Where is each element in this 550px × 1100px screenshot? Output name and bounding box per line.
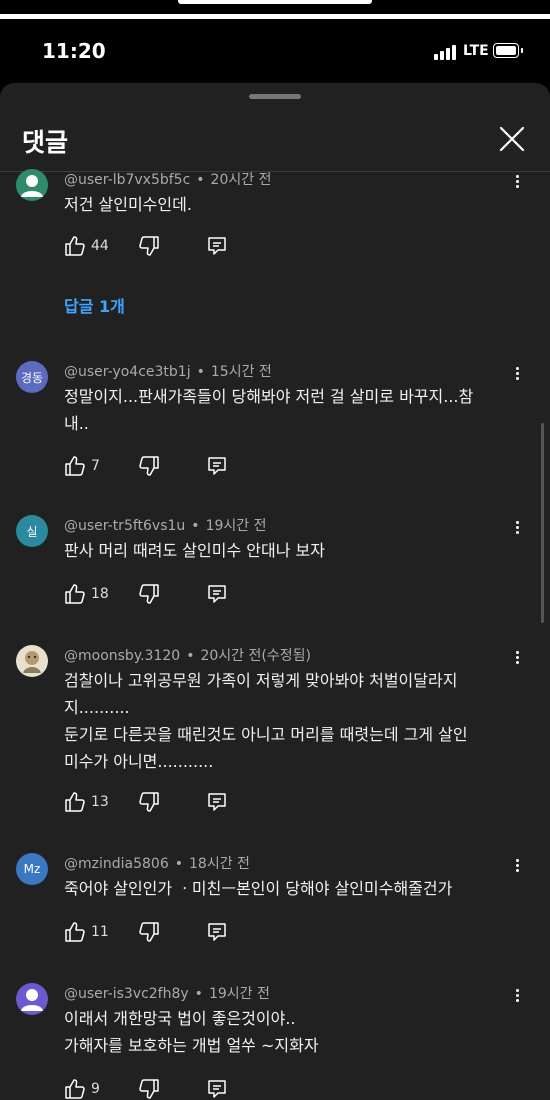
more-vertical-icon[interactable]	[510, 519, 524, 539]
more-vertical-icon[interactable]	[510, 857, 524, 877]
comment-actions: 18	[64, 583, 264, 607]
top-separator	[0, 14, 550, 19]
comment-author[interactable]: @user-lb7vx5bf5c	[64, 172, 190, 188]
comment-meta: @user-is3vc2fh8y • 19시간 전	[64, 986, 270, 1002]
like-count: 7	[91, 458, 100, 474]
comment-text: 정말이지...판새가족들이 당해봐야 저런 걸 살미로 바꾸지...참 내..	[64, 387, 474, 433]
comment-meta: @moonsby.3120 • 20시간 전(수정됨)	[64, 648, 311, 664]
comment-time: 18시간 전	[189, 856, 250, 872]
comment-time: 19시간 전	[208, 986, 270, 1002]
comment-text: 저건 살인미수인데.	[64, 195, 192, 214]
drag-handle[interactable]	[249, 94, 301, 99]
comment-text: 판사 머리 때려도 살인미수 안대나 보자	[64, 541, 325, 560]
like-count: 44	[91, 238, 109, 254]
like-count: 13	[91, 794, 109, 810]
url-bar-edge	[178, 0, 372, 4]
more-vertical-icon[interactable]	[510, 649, 524, 669]
comment-text: 검찰이나 고위공무원 가족이 저렇게 맞아봐야 처벌이달라지 지........…	[64, 671, 468, 771]
comment-meta: @user-lb7vx5bf5c • 20시간 전	[64, 172, 272, 188]
comment-actions: 7	[64, 455, 264, 479]
comment-actions: 9	[64, 1078, 264, 1100]
comment-actions: 13	[64, 791, 264, 815]
comment-author[interactable]: @moonsby.3120	[64, 648, 180, 664]
network-label: LTE	[463, 43, 489, 59]
avatar[interactable]	[16, 983, 48, 1015]
more-vertical-icon[interactable]	[510, 365, 524, 385]
battery-icon	[493, 43, 523, 58]
avatar[interactable]: 경동	[16, 361, 48, 393]
comment-time: 15시간 전	[210, 364, 272, 380]
comment-actions: 44	[64, 235, 264, 259]
comment-time: 20시간 전(수정됨)	[200, 648, 311, 664]
comment-text: 이래서 개한망국 법이 좋은것이야.. 가해자를 보호하는 개법 얼쑤 ~지화자	[64, 1009, 319, 1055]
status-bar: 11:20 LTE	[0, 22, 550, 82]
comment-time: 20시간 전	[210, 172, 272, 188]
comment-time: 19시간 전	[205, 518, 267, 534]
avatar[interactable]	[16, 169, 48, 201]
comment-author[interactable]: @user-tr5ft6vs1u	[64, 518, 185, 534]
like-count: 9	[91, 1081, 100, 1097]
comment-author[interactable]: @user-is3vc2fh8y	[64, 986, 189, 1002]
scrollbar[interactable]	[541, 423, 544, 623]
more-vertical-icon[interactable]	[510, 987, 524, 1007]
comment-author[interactable]: @user-yo4ce3tb1j	[64, 364, 191, 380]
avatar[interactable]: Mz	[16, 853, 48, 885]
avatar[interactable]	[16, 645, 48, 677]
like-count: 18	[91, 586, 109, 602]
comment-meta: @user-tr5ft6vs1u • 19시간 전	[64, 518, 267, 534]
comments-sheet: 댓글 @user-lb7vx5bf5c • 20시간 전 저건 살인미수인데. 44…	[0, 83, 550, 1100]
comment-text: 죽어야 살인인가 ㆍ미친ㅡ본인이 당해야 살인미수해줄건가	[64, 879, 453, 898]
avatar[interactable]: 실	[16, 515, 48, 547]
sheet-title: 댓글	[22, 128, 69, 157]
replies-link[interactable]: 답글 1개	[64, 293, 125, 317]
close-icon[interactable]	[498, 125, 526, 153]
like-count: 11	[91, 924, 109, 940]
more-vertical-icon[interactable]	[510, 173, 524, 193]
comment-author[interactable]: @mzindia5806	[64, 856, 169, 872]
comment-meta: @mzindia5806 • 18시간 전	[64, 856, 250, 872]
top-strip	[0, 0, 550, 10]
signal-icon	[434, 44, 460, 60]
comment-actions: 11	[64, 921, 264, 945]
status-time: 11:20	[42, 39, 106, 63]
comment-meta: @user-yo4ce3tb1j • 15시간 전	[64, 364, 272, 380]
